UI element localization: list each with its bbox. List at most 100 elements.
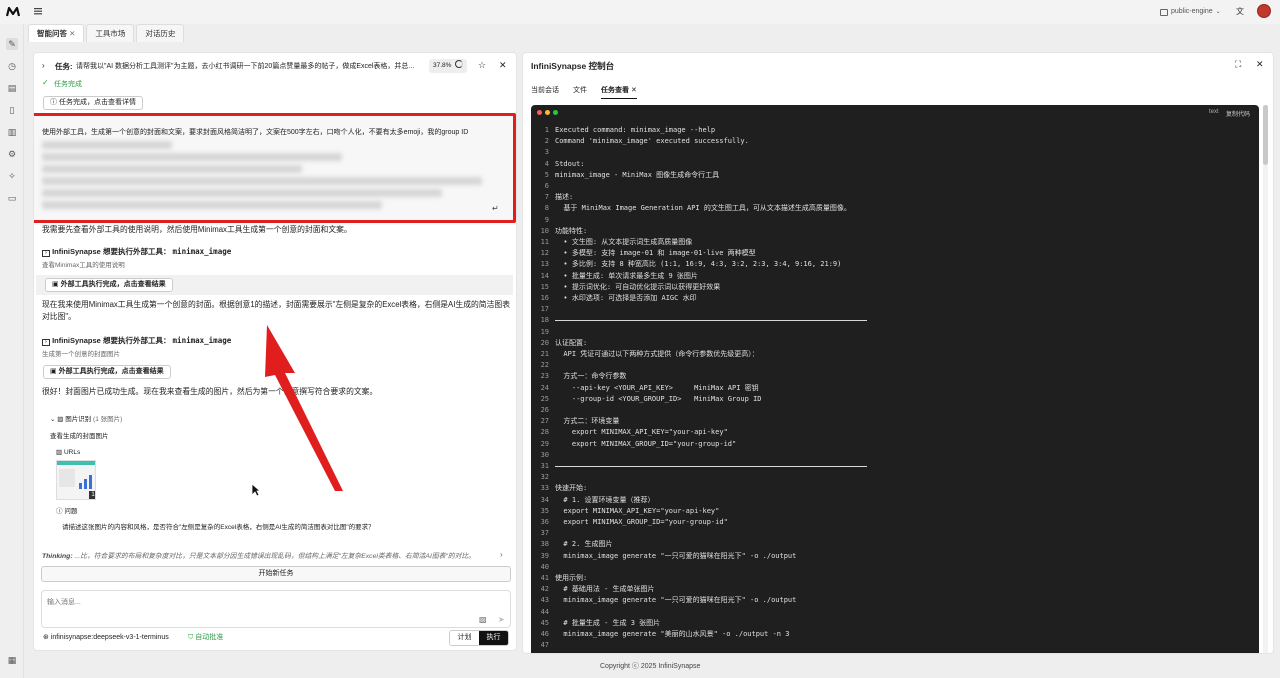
term-mode-label: text bbox=[1209, 109, 1219, 115]
edit-icon[interactable]: ✎ bbox=[6, 38, 18, 50]
chart-icon[interactable]: ▥ bbox=[6, 126, 18, 138]
card-icon[interactable]: ▭ bbox=[6, 192, 18, 204]
window-controls bbox=[537, 110, 558, 115]
terminal-line: 14 • 批量生成: 单次请求最多生成 9 张图片 bbox=[531, 271, 1251, 282]
close-icon[interactable]: ✕ bbox=[499, 60, 507, 71]
line-content: • 多模型: 支持 image-01 和 image-01-live 两种模型 bbox=[555, 249, 756, 258]
line-number: 27 bbox=[540, 417, 549, 426]
avatar[interactable] bbox=[1257, 4, 1271, 18]
annotation-arrow bbox=[265, 325, 343, 491]
plan-mode-button[interactable]: 计划 bbox=[450, 631, 479, 645]
terminal-line: 28 export MINIMAX_API_KEY="your-api-key" bbox=[531, 427, 1251, 438]
fullscreen-icon[interactable]: ⛶ bbox=[1235, 59, 1241, 70]
terminal-line: 20 认证配置: bbox=[531, 338, 1251, 349]
footer-copyright: Copyright ⓒ 2025 InfiniSynapse bbox=[600, 663, 701, 670]
line-number: 41 bbox=[540, 574, 549, 582]
line-content: --group-id <YOUR_GROUP_ID> MiniMax Group… bbox=[555, 394, 762, 403]
line-number: 22 bbox=[540, 361, 549, 370]
line-number: 47 bbox=[540, 641, 549, 650]
chevron-down-icon: ⌄ bbox=[50, 416, 56, 423]
assistant-message: 我需要先查看外部工具的使用说明，然后使用Minimax工具生成第一个创意的封面和… bbox=[42, 225, 352, 234]
line-number: 20 bbox=[540, 338, 549, 347]
star-icon[interactable]: ☆ bbox=[478, 60, 486, 71]
wrench-icon[interactable]: ✧ bbox=[6, 170, 18, 182]
redacted-line bbox=[42, 153, 342, 161]
task-details-button[interactable]: ⓘ 任务完成，点击查看详情 bbox=[43, 96, 143, 110]
image-upload-icon[interactable]: ▨ bbox=[479, 615, 487, 624]
tab-files[interactable]: 文件 bbox=[573, 85, 587, 99]
tab-smart-qa[interactable]: 智能问答 ✕ bbox=[28, 24, 85, 42]
line-number: 1 bbox=[544, 126, 549, 134]
tab-tool-market[interactable]: 工具市场 bbox=[86, 24, 135, 42]
terminal-line: 36 export MINIMAX_GROUP_ID="your-group-i… bbox=[531, 517, 1251, 528]
database-icon[interactable]: ▤ bbox=[6, 82, 18, 94]
line-content: Stdout: bbox=[555, 159, 585, 168]
scrollbar-thumb[interactable] bbox=[1263, 105, 1268, 165]
line-content: 功能特性: bbox=[555, 226, 588, 235]
line-content: 使用示例: bbox=[555, 574, 588, 582]
image-recognition-header[interactable]: ⌄ ▨ 图片识别 (1 张图片) bbox=[50, 413, 122, 423]
new-task-button[interactable]: 开始新任务 bbox=[41, 566, 511, 582]
line-number: 37 bbox=[540, 529, 549, 538]
message-input[interactable] bbox=[47, 596, 447, 608]
tab-current-session[interactable]: 当前会话 bbox=[531, 85, 559, 99]
line-number: 33 bbox=[540, 484, 549, 493]
expand-icon[interactable]: ↵ bbox=[492, 204, 499, 213]
terminal-line: 13 • 多比例: 支持 8 种宽高比 (1:1, 16:9, 4:3, 3:2… bbox=[531, 259, 1251, 270]
document-icon[interactable]: ▯ bbox=[6, 104, 18, 116]
info-icon: ⓘ bbox=[50, 99, 57, 106]
send-icon[interactable]: ➤ bbox=[498, 615, 505, 624]
model-selector[interactable]: ⊛ infinisynapse:deepseek-v3-1-terminus bbox=[43, 633, 169, 643]
separator-line bbox=[555, 320, 867, 322]
line-number: 31 bbox=[540, 462, 549, 470]
sidebar-toggle-icon[interactable] bbox=[34, 7, 43, 15]
execute-mode-button[interactable]: 执行 bbox=[479, 631, 508, 645]
line-number: 10 bbox=[540, 226, 549, 235]
chevron-right-icon[interactable]: › bbox=[500, 550, 503, 559]
line-number: 5 bbox=[544, 170, 549, 179]
mouse-cursor-icon bbox=[251, 483, 262, 499]
line-content: minimax_image generate "一只可爱的猫咪在阳光下" -o … bbox=[555, 551, 797, 560]
line-content: 快速开始: bbox=[555, 484, 588, 493]
scrollbar-track[interactable] bbox=[1263, 105, 1268, 653]
close-icon[interactable]: ✕ bbox=[69, 29, 75, 38]
main-tabs: 智能问答 ✕ 工具市场 对话历史 bbox=[28, 24, 185, 42]
history-icon[interactable]: ◷ bbox=[6, 60, 18, 72]
terminal-line: 25 --group-id <YOUR_GROUP_ID> MiniMax Gr… bbox=[531, 394, 1251, 405]
close-icon[interactable]: ✕ bbox=[631, 87, 637, 94]
thinking-row[interactable]: Thinking: ...比，符合要求的布局和复杂度对比，只是文本部分因生成错误… bbox=[42, 550, 512, 560]
tool-result-button[interactable]: ▣ 外部工具执行完成，点击查看结果 bbox=[45, 278, 173, 292]
minimize-dot-icon bbox=[545, 110, 550, 115]
line-content: • 文生图: 从文本提示词生成高质量图像 bbox=[555, 238, 693, 246]
maximize-dot-icon bbox=[553, 110, 558, 115]
auto-approve-toggle[interactable]: ⛉ 自动批准 bbox=[188, 633, 223, 643]
gear-icon[interactable]: ⚙ bbox=[6, 148, 18, 160]
line-number: 19 bbox=[540, 327, 549, 336]
line-content: 描述: bbox=[555, 193, 574, 202]
terminal-line: 4 Stdout: bbox=[531, 159, 1251, 170]
chat-pane: › 任务: 请帮我以"AI 数据分析工具测评"为主题，去小红书调研一下前20篇点… bbox=[33, 52, 517, 651]
terminal-line: 32 bbox=[531, 472, 1251, 483]
line-content: • 水印选项: 可选择是否添加 AIGC 水印 bbox=[555, 294, 697, 302]
tool-result-button[interactable]: ▣ 外部工具执行完成，点击查看结果 bbox=[43, 365, 171, 379]
line-number: 45 bbox=[540, 618, 549, 627]
app-logo bbox=[5, 6, 21, 17]
prompt-text: 使用外部工具，生成第一个创意的封面和文案，要求封面风格简洁明了，文案在500字左… bbox=[42, 129, 469, 136]
terminal-line: 35 export MINIMAX_API_KEY="your-api-key" bbox=[531, 506, 1251, 517]
grid-icon[interactable]: ▦ bbox=[6, 654, 18, 666]
engine-selector[interactable]: public-engine ⌄ bbox=[1160, 6, 1221, 18]
terminal-line: 41 使用示例: bbox=[531, 573, 1251, 584]
translate-icon[interactable]: 文 bbox=[1236, 6, 1244, 17]
user-prompt-box: 使用外部工具，生成第一个创意的封面和文案，要求封面风格简洁明了，文案在500字左… bbox=[34, 113, 516, 223]
tab-task-view[interactable]: 任务查看 ✕ bbox=[601, 85, 637, 99]
copy-code-button[interactable]: 复制代码 bbox=[1226, 109, 1250, 118]
model-icon: ⊛ bbox=[43, 634, 49, 641]
redacted-line bbox=[42, 141, 172, 149]
terminal-line: 23 方式一：命令行参数 bbox=[531, 371, 1251, 382]
chevron-right-icon[interactable]: › bbox=[42, 61, 45, 70]
line-content: Command 'minimax_image' executed success… bbox=[555, 137, 749, 146]
tab-history[interactable]: 对话历史 bbox=[136, 24, 185, 42]
line-number: 36 bbox=[540, 518, 549, 526]
image-thumbnail[interactable]: 1 bbox=[56, 460, 96, 500]
close-icon[interactable]: ✕ bbox=[1256, 59, 1264, 70]
